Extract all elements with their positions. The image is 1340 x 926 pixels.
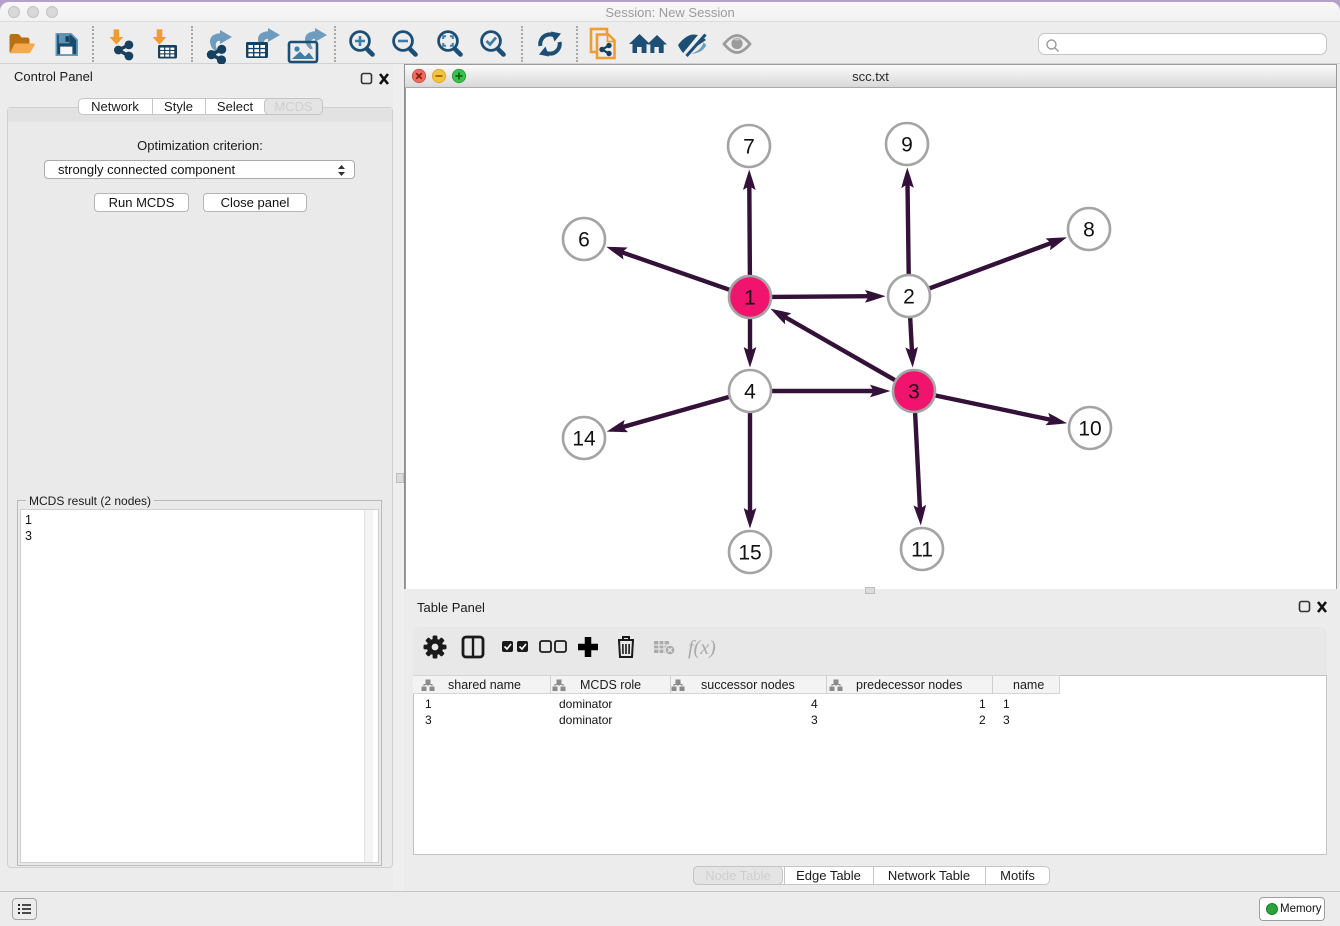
svg-text:7: 7 bbox=[743, 136, 755, 159]
svg-text:10: 10 bbox=[1078, 418, 1101, 441]
svg-text:9: 9 bbox=[901, 134, 913, 157]
svg-text:14: 14 bbox=[572, 428, 596, 451]
svg-text:6: 6 bbox=[578, 229, 590, 252]
svg-text:8: 8 bbox=[1083, 219, 1095, 242]
svg-text:2: 2 bbox=[903, 286, 915, 309]
svg-text:f(x): f(x) bbox=[688, 637, 716, 659]
svg-text:11: 11 bbox=[911, 539, 933, 562]
svg-text:3: 3 bbox=[908, 381, 920, 404]
svg-text:4: 4 bbox=[744, 381, 756, 404]
svg-text:15: 15 bbox=[738, 542, 761, 565]
svg-text:1: 1 bbox=[744, 287, 756, 310]
